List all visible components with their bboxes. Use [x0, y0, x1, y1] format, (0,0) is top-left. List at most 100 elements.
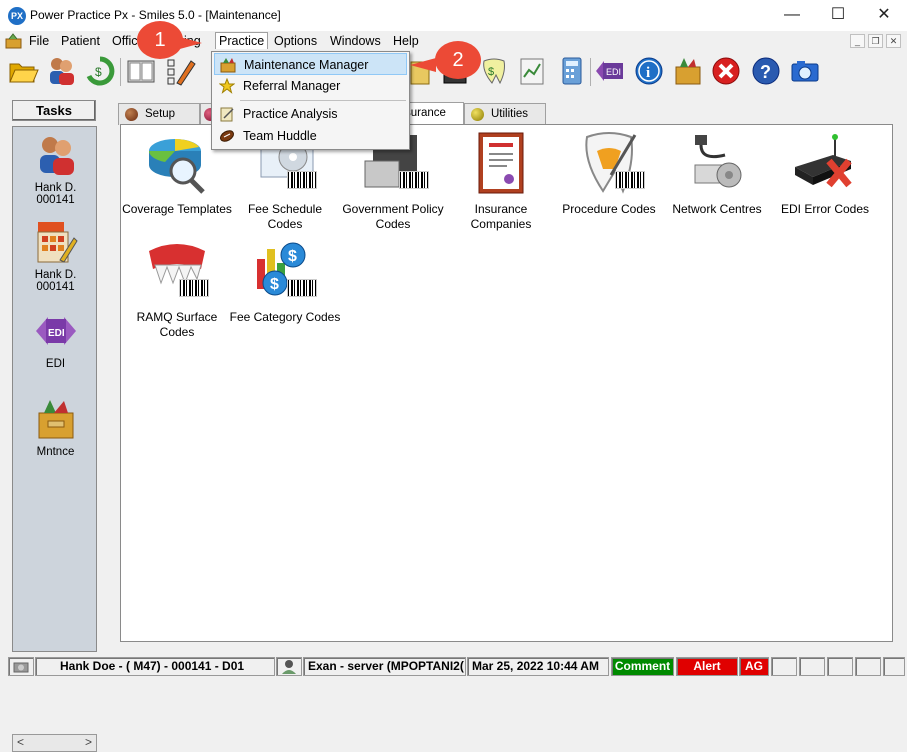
menu-practice[interactable]: Practice	[215, 32, 269, 49]
menu-help[interactable]: Help	[390, 33, 422, 50]
menu-office[interactable]: Offic	[109, 33, 140, 50]
item-label: Procedure Codes	[562, 202, 656, 216]
status-empty-cell	[799, 657, 825, 676]
svg-text:$: $	[270, 276, 279, 293]
svg-text:$: $	[95, 65, 102, 79]
tab-label: Setup	[145, 108, 176, 120]
help-icon[interactable]: ?	[750, 55, 782, 87]
dentist-icon	[282, 660, 296, 674]
mdi-minimize-button[interactable]: _	[850, 34, 865, 48]
svg-text:EDI: EDI	[606, 67, 621, 77]
ag-button[interactable]: AG	[739, 657, 769, 676]
title-bar: PX Power Practice Px - Smiles 5.0 - [Mai…	[0, 0, 907, 32]
menu-options[interactable]: Options	[271, 33, 320, 50]
svg-text:i: i	[646, 65, 650, 81]
menu-file[interactable]: File	[26, 33, 52, 50]
tasks-panel: Tasks Hank D. 000141 Hank D. 000141 EDI	[10, 100, 98, 752]
report-chart-icon[interactable]	[516, 55, 548, 87]
cancel-icon[interactable]	[710, 55, 742, 87]
task-chart[interactable]: Hank D. 000141	[13, 220, 98, 293]
insurance-companies-item[interactable]: Insurance Companies	[445, 131, 557, 232]
maximize-button[interactable]: ☐	[815, 0, 861, 32]
menu-separator	[240, 100, 406, 101]
tab-setup[interactable]: Setup	[118, 103, 200, 125]
edi-toolbar-icon[interactable]: EDI	[594, 55, 626, 87]
menu-team-huddle[interactable]: Team Huddle	[214, 125, 407, 147]
book-icon[interactable]	[125, 55, 157, 87]
menu-item-label: Referral Manager	[243, 79, 341, 93]
mdi-restore-button[interactable]: ❐	[868, 34, 883, 48]
refresh-money-icon[interactable]: $	[84, 55, 116, 87]
insurance-companies-icon	[478, 132, 524, 194]
ramq-surface-codes-item[interactable]: RAMQ Surface Codes	[121, 239, 233, 340]
task-maintenance[interactable]: Mntnce	[13, 397, 98, 458]
tooth-money-icon[interactable]: $	[478, 55, 510, 87]
svg-text:$: $	[288, 248, 297, 265]
barcode-icon	[399, 171, 429, 189]
task-sublabel: 000141	[36, 194, 75, 206]
status-empty-cell	[855, 657, 881, 676]
network-centres-item[interactable]: Network Centres	[661, 131, 773, 217]
patients-icon[interactable]	[45, 55, 77, 87]
item-label: Insurance Companies	[470, 202, 532, 231]
tasks-title: Tasks	[12, 100, 96, 121]
callout-2-pointer	[410, 58, 436, 72]
open-folder-icon[interactable]	[7, 55, 39, 87]
menu-maintenance-manager[interactable]: Maintenance Manager	[214, 53, 407, 75]
setup-ball-icon	[125, 108, 138, 121]
tasks-scrollbar[interactable]: < >	[12, 734, 97, 752]
fee-category-codes-item[interactable]: $ $ Fee Category Codes	[229, 239, 341, 325]
minimize-button[interactable]: —	[769, 0, 815, 32]
comment-button[interactable]: Comment	[611, 657, 674, 676]
task-edi[interactable]: EDI EDI	[13, 309, 98, 370]
barcode-icon	[287, 171, 317, 189]
camera-icon[interactable]	[789, 55, 821, 87]
status-empty-cell	[827, 657, 853, 676]
status-exam: Exan - server (MPOPTANI2(	[303, 657, 466, 676]
menu-practice-analysis[interactable]: Practice Analysis	[214, 103, 407, 125]
status-camera-cell[interactable]	[8, 657, 34, 676]
toolbar-separator	[590, 58, 591, 86]
task-label: Mntnce	[36, 446, 75, 458]
menu-patient[interactable]: Patient	[58, 33, 103, 50]
maintenance-box-icon[interactable]	[672, 55, 704, 87]
task-patient[interactable]: Hank D. 000141	[13, 133, 98, 206]
star-icon	[219, 78, 235, 94]
item-label: EDI Error Codes	[780, 202, 870, 216]
info-icon[interactable]: i	[633, 55, 665, 87]
tab-utilities[interactable]: Utilities	[464, 103, 546, 125]
svg-text:EDI: EDI	[48, 328, 65, 339]
callout-2: 2	[435, 41, 481, 79]
calculator-icon[interactable]	[556, 55, 588, 87]
tab-label: surance	[405, 107, 446, 119]
task-label: Hank D.	[34, 182, 77, 194]
item-label: RAMQ Surface Codes	[136, 310, 218, 339]
maintenance-content: Coverage Templates Fee Schedule Codes Go…	[120, 124, 893, 642]
barcode-icon	[179, 279, 209, 297]
scroll-left-icon[interactable]: <	[17, 735, 24, 749]
menu-referral-manager[interactable]: Referral Manager	[214, 75, 407, 97]
status-exam-icon-cell	[276, 657, 302, 676]
menu-item-label: Practice Analysis	[243, 107, 338, 121]
close-button[interactable]: ✕	[861, 0, 907, 32]
mdi-close-button[interactable]: ✕	[886, 34, 901, 48]
status-patient[interactable]: Hank Doe - ( M47) - 000141 - D01	[35, 657, 275, 676]
status-empty-cell	[883, 657, 905, 676]
football-icon	[220, 130, 234, 142]
menu-windows[interactable]: Windows	[327, 33, 384, 50]
app-menu-icon[interactable]	[5, 33, 23, 49]
procedure-codes-item[interactable]: Procedure Codes	[553, 131, 665, 217]
barcode-icon	[615, 171, 645, 189]
edi-error-codes-icon	[795, 134, 852, 188]
edi-error-codes-item[interactable]: EDI Error Codes	[769, 131, 881, 217]
menu-item-label: Team Huddle	[243, 129, 317, 143]
alert-button[interactable]: Alert	[676, 657, 738, 676]
scroll-right-icon[interactable]: >	[85, 735, 92, 749]
svg-text:?: ?	[760, 62, 771, 82]
item-label: Coverage Templates	[122, 202, 232, 216]
item-label: Fee Schedule Codes	[247, 202, 323, 231]
checklist-pencil-icon[interactable]	[165, 55, 197, 87]
network-centres-icon	[694, 135, 742, 188]
camera-status-icon	[13, 662, 29, 673]
maintenance-icon	[38, 400, 73, 439]
